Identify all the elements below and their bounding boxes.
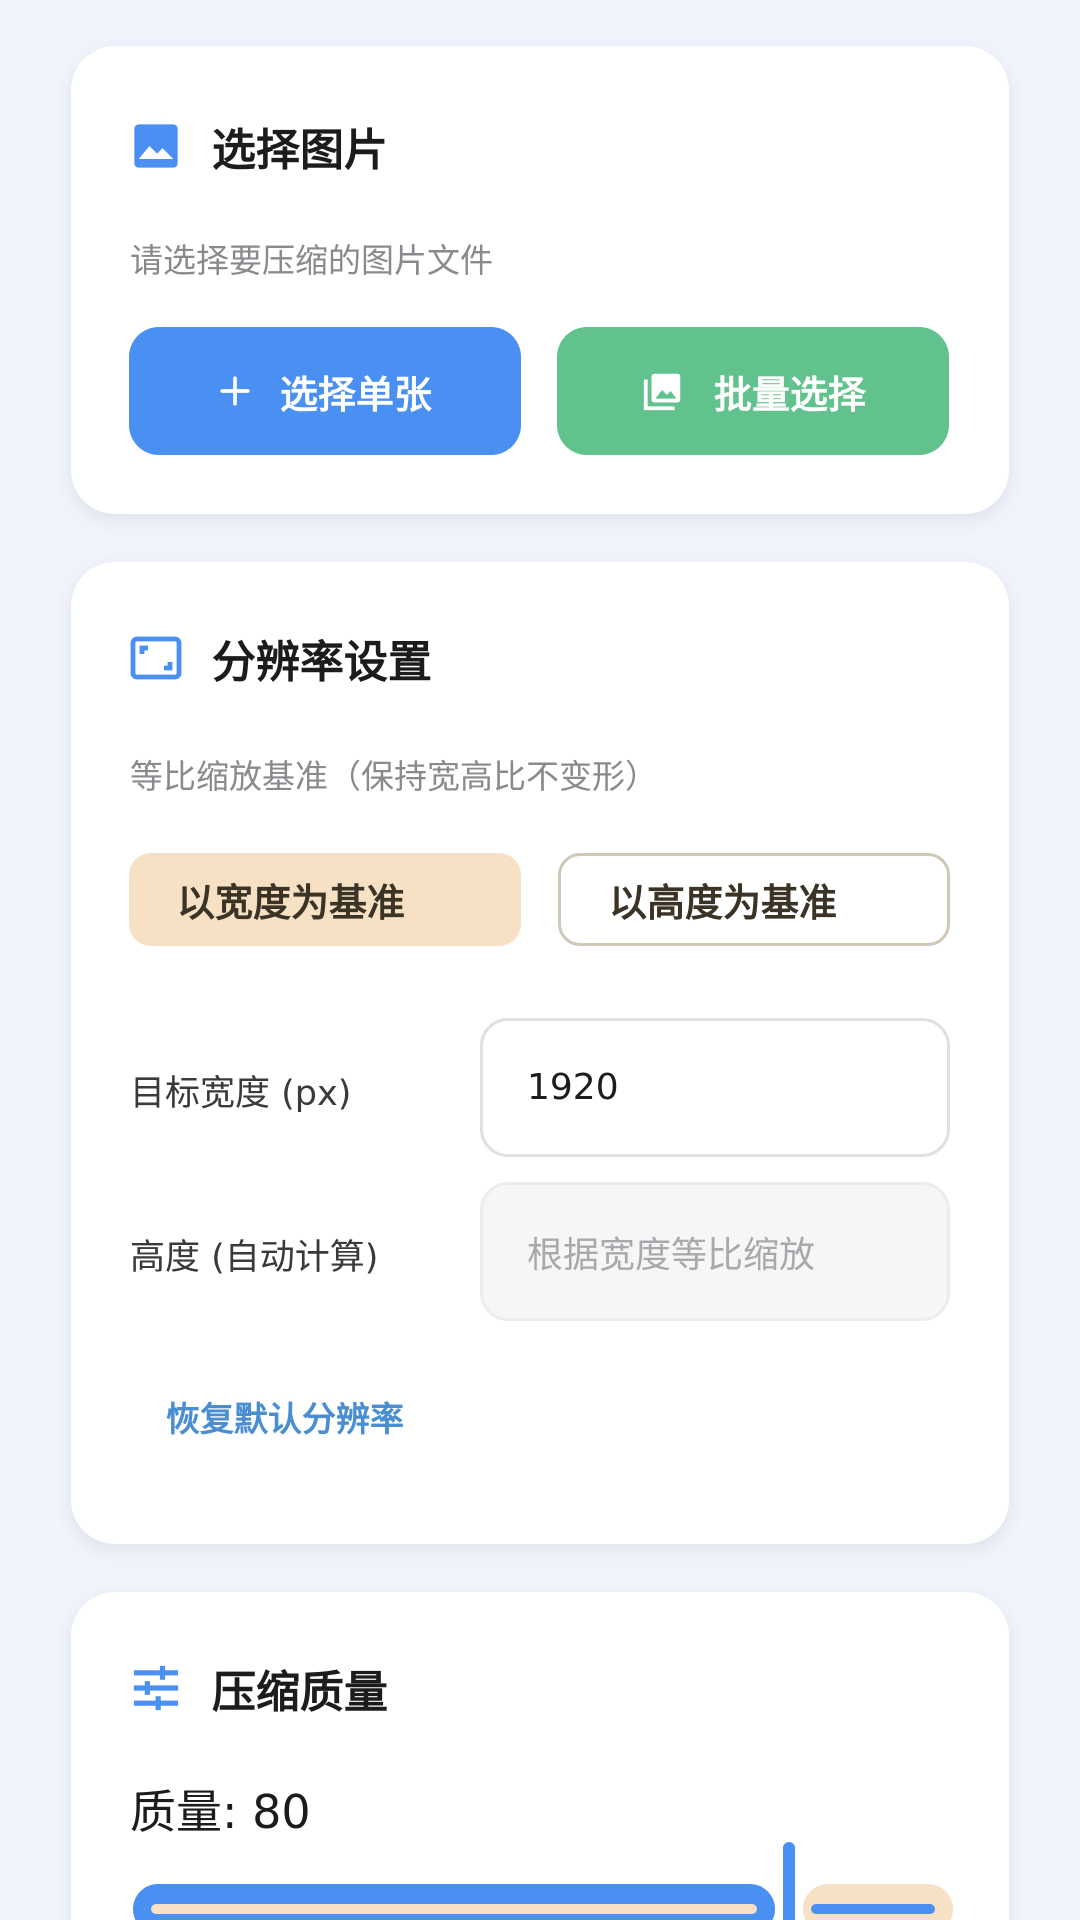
width-base-option[interactable]: 以宽度为基准	[129, 853, 521, 946]
resolution-card: 分辨率设置 等比缩放基准（保持宽高比不变形） 以宽度为基准 以高度为基准 目标宽…	[71, 562, 1009, 1544]
resolution-subtitle: 等比缩放基准（保持宽高比不变形）	[130, 757, 658, 796]
resolution-title: 分辨率设置	[212, 637, 432, 688]
select-image-title: 选择图片	[212, 125, 388, 176]
height-auto-label: 高度 (自动计算)	[130, 1238, 379, 1278]
quality-header: 压缩质量	[130, 1656, 388, 1720]
quality-title: 压缩质量	[212, 1667, 388, 1718]
image-icon	[130, 120, 182, 172]
quality-card: 压缩质量 质量: 80	[71, 1592, 1009, 1920]
photo-library-icon	[640, 368, 686, 414]
quality-value-label: 质量: 80	[130, 1785, 311, 1839]
slider-inactive-track	[803, 1884, 953, 1920]
select-single-button[interactable]: 选择单张	[129, 327, 521, 455]
reset-resolution-link[interactable]: 恢复默认分辨率	[166, 1392, 404, 1441]
plus-icon	[218, 374, 252, 408]
select-image-header: 选择图片	[130, 114, 388, 178]
slider-active-track	[133, 1884, 775, 1920]
target-width-label: 目标宽度 (px)	[130, 1074, 352, 1114]
app-screen: 选择图片 请选择要压缩的图片文件 选择单张 批量选择 分辨率设置 等比缩放基准（…	[0, 0, 1080, 1920]
height-base-option[interactable]: 以高度为基准	[558, 853, 950, 946]
resolution-header: 分辨率设置	[130, 626, 432, 690]
slider-thumb[interactable]	[783, 1842, 795, 1920]
select-image-subtitle: 请选择要压缩的图片文件	[130, 241, 493, 280]
select-image-card: 选择图片 请选择要压缩的图片文件 选择单张 批量选择	[71, 46, 1009, 514]
width-base-label: 以宽度为基准	[177, 881, 406, 925]
height-auto-placeholder: 根据宽度等比缩放	[527, 1234, 816, 1276]
height-base-label: 以高度为基准	[609, 881, 838, 925]
quality-slider[interactable]	[133, 1842, 953, 1920]
aspect-ratio-icon	[130, 632, 182, 684]
batch-select-button[interactable]: 批量选择	[557, 327, 949, 455]
target-width-input[interactable]: 1920	[480, 1018, 950, 1157]
target-width-value: 1920	[527, 1067, 619, 1108]
batch-select-label: 批量选择	[713, 372, 866, 417]
tune-icon	[130, 1662, 182, 1714]
select-single-label: 选择单张	[279, 372, 432, 417]
height-auto-field: 根据宽度等比缩放	[480, 1182, 950, 1321]
